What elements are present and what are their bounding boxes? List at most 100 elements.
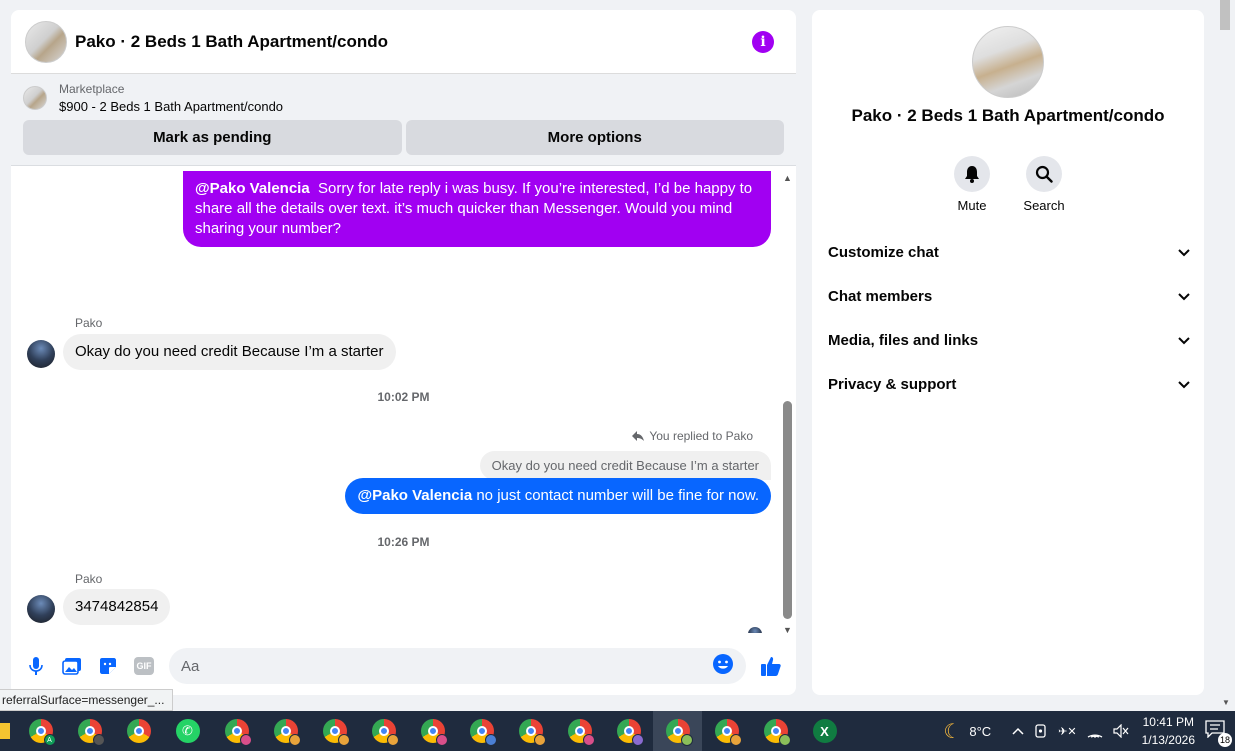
message-input[interactable] — [181, 657, 712, 675]
listing-thumbnail[interactable] — [25, 20, 67, 63]
contact-avatar[interactable] — [27, 595, 55, 623]
contact-avatar[interactable] — [27, 340, 55, 368]
taskbar-chrome[interactable] — [506, 711, 555, 751]
taskbar-chrome-active[interactable] — [653, 711, 702, 751]
message-list[interactable]: @Pako Valencia Sorry for late reply i wa… — [11, 171, 796, 633]
taskbar-chrome[interactable]: A — [16, 711, 65, 751]
taskbar-chrome[interactable] — [457, 711, 506, 751]
mention[interactable]: @Pako Valencia — [195, 180, 310, 197]
taskbar-excel[interactable]: X — [800, 711, 849, 751]
taskbar-chrome[interactable] — [604, 711, 653, 751]
taskbar-chrome[interactable] — [65, 711, 114, 751]
moon-icon: ☾ — [943, 720, 962, 743]
whatsapp-icon: ✆ — [175, 719, 200, 743]
photo-icon[interactable] — [61, 655, 83, 677]
sticker-icon[interactable] — [97, 655, 119, 677]
clock[interactable]: 10:41 PM 1/13/2026 — [1142, 713, 1195, 749]
details-menu: Customize chat Chat members Media, files… — [828, 230, 1190, 406]
thumbs-up-icon[interactable] — [758, 655, 784, 677]
notification-count: 18 — [1218, 733, 1232, 747]
scroll-down-arrow-icon[interactable]: ▼ — [783, 625, 792, 633]
status-bar-url: referralSurface=messenger_... — [0, 689, 174, 711]
scroll-down-arrow-icon[interactable]: ▼ — [1222, 698, 1230, 707]
taskbar-chrome[interactable] — [114, 711, 163, 751]
chrome-icon — [616, 719, 644, 746]
speaker-muted-icon[interactable] — [1113, 724, 1129, 738]
profile-badge — [533, 734, 546, 746]
sender-name: Pako — [75, 316, 103, 330]
mention[interactable]: @Pako Valencia — [357, 487, 472, 504]
taskbar-chrome[interactable] — [751, 711, 800, 751]
menu-label: Customize chat — [828, 243, 939, 261]
meet-now-icon[interactable] — [1034, 724, 1048, 738]
more-options-button[interactable]: More options — [405, 120, 784, 155]
notification-icon[interactable]: 18 — [1205, 720, 1232, 747]
incoming-message[interactable]: 3474842854 — [63, 589, 171, 625]
search-label: Search — [1023, 198, 1065, 213]
window-scrollbar[interactable]: ▼ — [1218, 0, 1235, 711]
reply-quote[interactable]: Okay do you need credit Because I’m a st… — [479, 451, 771, 480]
chevron-up-icon[interactable] — [1012, 727, 1024, 735]
profile-badge — [239, 734, 252, 746]
details-panel: Pako · 2 Beds 1 Bath Apartment/condo Mut… — [812, 10, 1204, 695]
chrome-icon — [714, 719, 742, 746]
chrome-icon — [322, 719, 350, 746]
chrome-icon — [763, 719, 791, 746]
details-title[interactable]: Pako · 2 Beds 1 Bath Apartment/condo — [812, 106, 1204, 126]
scrollbar-thumb[interactable] — [783, 401, 792, 619]
outgoing-message[interactable]: @Pako Valencia no just contact number wi… — [345, 478, 771, 514]
messages-scrollbar[interactable]: ▲ ▼ — [782, 171, 792, 633]
taskbar-chrome[interactable] — [359, 711, 408, 751]
microphone-icon[interactable] — [25, 655, 47, 677]
mute-button[interactable]: Mute — [952, 156, 992, 213]
chrome-icon — [420, 719, 448, 746]
mark-pending-button[interactable]: Mark as pending — [23, 120, 402, 155]
reply-note-text: You replied to Pako — [649, 429, 753, 443]
profile-badge — [778, 734, 791, 746]
incoming-message[interactable]: Okay do you need credit Because I’m a st… — [63, 334, 396, 370]
window-scrollbar-thumb[interactable] — [1220, 0, 1230, 30]
taskbar-chrome[interactable] — [555, 711, 604, 751]
menu-customize-chat[interactable]: Customize chat — [828, 230, 1190, 274]
chat-title[interactable]: Pako · 2 Beds 1 Bath Apartment/condo — [75, 32, 388, 52]
chat-header: Pako · 2 Beds 1 Bath Apartment/condo i — [11, 10, 796, 74]
profile-badge — [337, 734, 350, 746]
weather-widget[interactable]: ☾ 8°C — [943, 719, 991, 744]
listing-small-thumbnail[interactable] — [23, 86, 47, 110]
wifi-icon[interactable] — [1087, 724, 1103, 738]
ime-icon[interactable]: ✈✕ — [1058, 725, 1076, 738]
profile-badge — [729, 734, 742, 746]
menu-media-files-links[interactable]: Media, files and links — [828, 318, 1190, 362]
search-icon — [1035, 165, 1053, 183]
taskbar-chrome[interactable] — [310, 711, 359, 751]
menu-privacy-support[interactable]: Privacy & support — [828, 362, 1190, 406]
gif-icon[interactable]: GIF — [133, 655, 155, 677]
mute-label: Mute — [957, 198, 987, 213]
taskbar-chrome[interactable] — [212, 711, 261, 751]
profile-badge — [631, 734, 644, 746]
menu-chat-members[interactable]: Chat members — [828, 274, 1190, 318]
sender-name: Pako — [75, 572, 103, 586]
info-icon[interactable]: i — [752, 30, 774, 53]
chevron-down-icon — [1178, 288, 1190, 305]
outgoing-message[interactable]: @Pako Valencia Sorry for late reply i wa… — [183, 171, 771, 247]
taskbar-chrome[interactable] — [408, 711, 457, 751]
scroll-up-arrow-icon[interactable]: ▲ — [783, 173, 792, 183]
search-button[interactable]: Search — [1023, 156, 1065, 213]
clock-date: 1/13/2026 — [1141, 733, 1195, 747]
taskbar-file-explorer[interactable] — [0, 711, 16, 751]
chat-panel: Pako · 2 Beds 1 Bath Apartment/condo i M… — [11, 10, 796, 695]
taskbar-chrome[interactable] — [702, 711, 751, 751]
chevron-down-icon — [1178, 244, 1190, 261]
listing-photo[interactable] — [972, 26, 1044, 98]
reply-note: You replied to Pako — [631, 429, 753, 443]
taskbar-chrome[interactable] — [261, 711, 310, 751]
reply-icon — [632, 431, 645, 441]
taskbar-whatsapp[interactable]: ✆ — [163, 711, 212, 751]
timestamp: 10:02 PM — [377, 390, 430, 404]
listing-summary[interactable]: $900 - 2 Beds 1 Bath Apartment/condo — [59, 99, 283, 114]
chrome-icon — [567, 719, 595, 746]
emoji-icon[interactable] — [712, 653, 734, 680]
weather-temp: 8°C — [969, 723, 992, 739]
message-input-box[interactable] — [169, 648, 746, 684]
